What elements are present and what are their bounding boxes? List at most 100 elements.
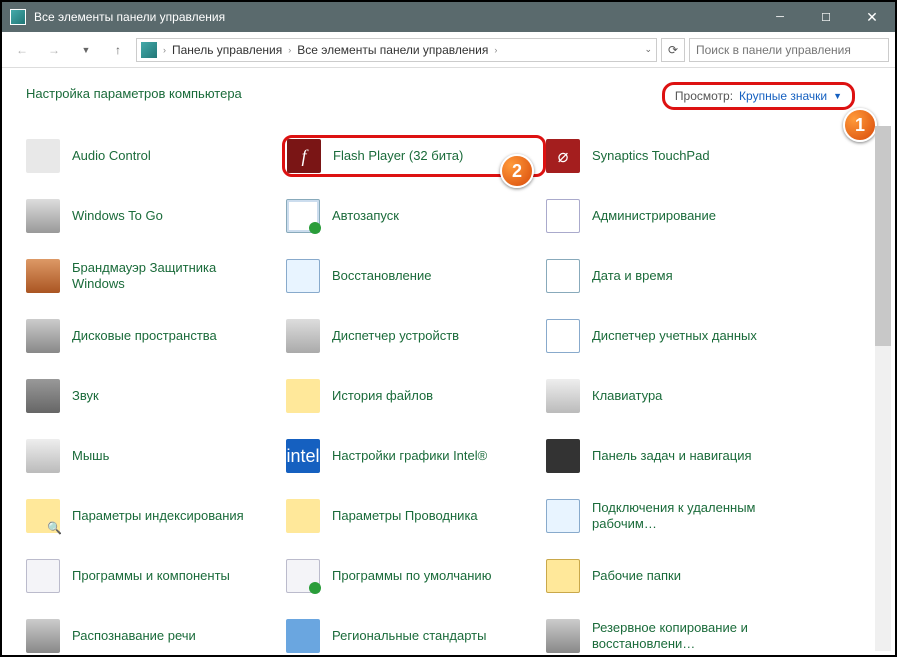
item-label: Панель задач и навигация xyxy=(592,448,752,464)
item-label: Региональные стандарты xyxy=(332,628,486,644)
bak-icon xyxy=(546,619,580,653)
date-icon xyxy=(546,259,580,293)
scrollbar-thumb[interactable] xyxy=(875,126,891,346)
view-by-label: Просмотр: xyxy=(675,89,733,103)
control-panel-item[interactable]: Audio Control xyxy=(26,135,286,177)
control-panel-item[interactable]: Дата и время xyxy=(546,255,806,297)
breadcrumb-all-items[interactable]: Все элементы панели управления xyxy=(297,43,488,57)
hist-icon xyxy=(286,379,320,413)
chevron-right-icon[interactable]: › xyxy=(494,45,497,55)
task-icon xyxy=(546,439,580,473)
syn-icon: ⌀ xyxy=(546,139,580,173)
breadcrumb-control-panel[interactable]: Панель управления xyxy=(172,43,282,57)
item-label: Рабочие папки xyxy=(592,568,681,584)
item-label: Параметры Проводника xyxy=(332,508,478,524)
item-label: Synaptics TouchPad xyxy=(592,148,710,164)
def-icon xyxy=(286,559,320,593)
control-panel-item[interactable]: Параметры индексирования xyxy=(26,495,286,537)
item-label: Распознавание речи xyxy=(72,628,196,644)
control-panel-item[interactable]: История файлов xyxy=(286,375,546,417)
control-panel-item[interactable]: Подключения к удаленным рабочим… xyxy=(546,495,806,537)
sound-icon xyxy=(26,379,60,413)
recent-locations-button[interactable]: ▼ xyxy=(72,36,100,64)
rdp-icon xyxy=(546,499,580,533)
control-panel-item[interactable]: Автозапуск xyxy=(286,195,546,237)
up-button[interactable]: ↑ xyxy=(104,36,132,64)
chevron-right-icon[interactable]: › xyxy=(163,45,166,55)
control-panel-item[interactable]: Региональные стандарты xyxy=(286,615,546,655)
control-panel-item[interactable]: Программы и компоненты xyxy=(26,555,286,597)
control-panel-icon xyxy=(10,9,26,25)
items-grid: Audio Control f Flash Player (32 бита) ⌀ Syn… xyxy=(26,135,871,655)
control-panel-item[interactable]: intelНастройки графики Intel® xyxy=(286,435,546,477)
expl-icon xyxy=(286,499,320,533)
control-panel-item[interactable]: Панель задач и навигация xyxy=(546,435,806,477)
flash-icon: f xyxy=(287,139,321,173)
admin-icon xyxy=(546,199,580,233)
back-button[interactable]: ← xyxy=(8,36,36,64)
mic-icon xyxy=(26,619,60,653)
control-panel-item[interactable]: Диспетчер учетных данных xyxy=(546,315,806,357)
item-label: Программы и компоненты xyxy=(72,568,230,584)
chevron-down-icon[interactable]: ▼ xyxy=(833,91,842,101)
window-title: Все элементы панели управления xyxy=(34,10,757,24)
view-by-value[interactable]: Крупные значки xyxy=(739,89,827,103)
control-panel-item[interactable]: Windows To Go xyxy=(26,195,286,237)
item-label: История файлов xyxy=(332,388,433,404)
item-label: Windows To Go xyxy=(72,208,163,224)
control-panel-item[interactable]: Дисковые пространства xyxy=(26,315,286,357)
intel-icon: intel xyxy=(286,439,320,473)
control-panel-item[interactable]: Клавиатура xyxy=(546,375,806,417)
control-panel-icon xyxy=(141,42,157,58)
idx-icon xyxy=(26,499,60,533)
control-panel-item[interactable]: Брандмауэр Защитника Windows xyxy=(26,255,286,297)
maximize-button[interactable]: ☐ xyxy=(803,2,849,32)
control-panel-item[interactable]: Мышь xyxy=(26,435,286,477)
mouse-icon xyxy=(26,439,60,473)
control-panel-item[interactable]: Программы по умолчанию xyxy=(286,555,546,597)
annotation-badge-1: 1 xyxy=(843,108,877,142)
item-label: Восстановление xyxy=(332,268,431,284)
address-dropdown-icon[interactable]: ⌄ xyxy=(644,44,652,55)
minimize-button[interactable]: ─ xyxy=(757,2,803,32)
control-panel-item[interactable]: Диспетчер устройств xyxy=(286,315,546,357)
address-bar[interactable]: › Панель управления › Все элементы панел… xyxy=(136,38,657,62)
item-label: Брандмауэр Защитника Windows xyxy=(72,260,272,291)
control-panel-item[interactable]: Рабочие папки xyxy=(546,555,806,597)
item-label: Audio Control xyxy=(72,148,151,164)
control-panel-item[interactable]: Звук xyxy=(26,375,286,417)
reg-icon xyxy=(286,619,320,653)
item-label: Клавиатура xyxy=(592,388,662,404)
item-label: Автозапуск xyxy=(332,208,399,224)
item-label: Диспетчер устройств xyxy=(332,328,459,344)
refresh-button[interactable]: ⟳ xyxy=(661,38,685,62)
navigation-bar: ← → ▼ ↑ › Панель управления › Все элемен… xyxy=(2,32,895,68)
view-by-selector[interactable]: Просмотр: Крупные значки ▼ xyxy=(662,82,855,110)
close-button[interactable]: ✕ xyxy=(849,2,895,32)
item-label: Мышь xyxy=(72,448,109,464)
chevron-right-icon[interactable]: › xyxy=(288,45,291,55)
control-panel-item[interactable]: Администрирование xyxy=(546,195,806,237)
control-panel-item[interactable]: ⌀ Synaptics TouchPad xyxy=(546,135,806,177)
annotation-badge-2: 2 xyxy=(500,154,534,188)
vertical-scrollbar[interactable] xyxy=(875,126,891,651)
wf-icon xyxy=(546,559,580,593)
forward-button[interactable]: → xyxy=(40,36,68,64)
item-label: Звук xyxy=(72,388,99,404)
control-panel-item[interactable]: Резервное копирование и восстановлени… xyxy=(546,615,806,655)
control-panel-item[interactable]: Параметры Проводника xyxy=(286,495,546,537)
disk-icon xyxy=(26,319,60,353)
restore-icon xyxy=(286,259,320,293)
item-label: Дисковые пространства xyxy=(72,328,217,344)
dev-icon xyxy=(286,319,320,353)
control-panel-item[interactable]: Распознавание речи xyxy=(26,615,286,655)
item-label: Резервное копирование и восстановлени… xyxy=(592,620,792,651)
auto-icon xyxy=(286,199,320,233)
usb-icon xyxy=(26,199,60,233)
item-label: Подключения к удаленным рабочим… xyxy=(592,500,792,531)
search-input[interactable] xyxy=(689,38,889,62)
item-label: Flash Player (32 бита) xyxy=(333,148,463,164)
control-panel-item[interactable]: Восстановление xyxy=(286,255,546,297)
kb-icon xyxy=(546,379,580,413)
item-label: Диспетчер учетных данных xyxy=(592,328,757,344)
